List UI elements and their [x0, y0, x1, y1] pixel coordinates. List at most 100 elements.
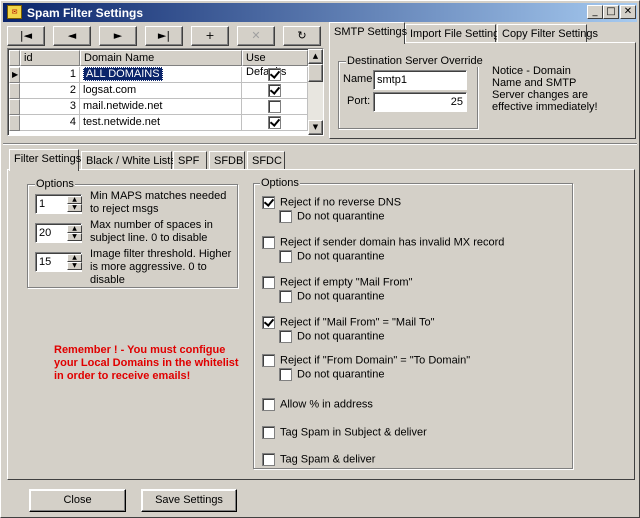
cell-id[interactable]: 1	[20, 67, 80, 83]
option-label: Reject if empty "Mail From"	[280, 276, 413, 289]
delete-record-icon[interactable]: ✕	[237, 26, 275, 46]
cell-use-defaults[interactable]	[242, 99, 308, 115]
spin-up-icon[interactable]: ▲	[67, 196, 82, 204]
row-indicator	[9, 99, 20, 115]
cell-domain[interactable]: mail.netwide.net	[80, 99, 242, 115]
column-header-id[interactable]: id	[20, 50, 80, 66]
save-settings-button[interactable]: Save Settings	[141, 489, 237, 512]
port-input[interactable]: 25	[373, 92, 467, 112]
use-defaults-checkbox[interactable]	[268, 99, 281, 113]
tab-sfdb[interactable]: SFDB	[209, 151, 245, 171]
use-defaults-checkbox[interactable]	[268, 83, 281, 97]
option-checkbox[interactable]	[262, 276, 275, 289]
option-row[interactable]: Tag Spam & deliver	[262, 453, 375, 469]
sub-option-label: Do not quarantine	[297, 290, 385, 303]
sub-option-row[interactable]: Do not quarantine	[279, 330, 384, 346]
option-label: Reject if "Mail From" = "Mail To"	[280, 316, 435, 329]
option-row[interactable]: Allow % in address	[262, 398, 373, 414]
tab-copy-filter-settings[interactable]: Copy Filter Settings	[497, 24, 598, 44]
right-options-label: Options	[260, 177, 300, 189]
tab-spf[interactable]: SPF	[173, 151, 207, 171]
spin-up-icon[interactable]: ▲	[67, 254, 82, 262]
tab-smtp-settings[interactable]: SMTP Settings	[329, 22, 407, 44]
tab-sfdc[interactable]: SFDC	[247, 151, 285, 171]
row-indicator	[9, 83, 20, 99]
cell-use-defaults[interactable]	[242, 83, 308, 99]
sub-option-row[interactable]: Do not quarantine	[279, 290, 384, 306]
sub-option-checkbox[interactable]	[279, 290, 292, 303]
tab-import-file-settings[interactable]: Import File Settings	[405, 24, 505, 44]
left-options-label: Options	[35, 178, 75, 190]
sub-option-label: Do not quarantine	[297, 330, 385, 343]
option-label: Reject if "From Domain" = "To Domain"	[280, 354, 471, 367]
option-checkbox[interactable]	[262, 316, 275, 329]
table-row[interactable]: 2 logsat.com	[9, 83, 308, 99]
option-checkbox[interactable]	[262, 354, 275, 367]
option-label: Tag Spam in Subject & deliver	[280, 426, 427, 439]
cell-domain[interactable]: logsat.com	[80, 83, 242, 99]
spinner-label: Image filter threshold. Higher is more a…	[90, 248, 232, 286]
table-row[interactable]: 4 test.netwide.net	[9, 115, 308, 131]
table-row[interactable]: 3 mail.netwide.net	[9, 99, 308, 115]
grid-scrollbar[interactable]: ▲ ▼	[308, 49, 323, 135]
sub-option-checkbox[interactable]	[279, 330, 292, 343]
scroll-up-icon[interactable]: ▲	[308, 49, 323, 64]
spinner-label: Max number of spaces in subject line. 0 …	[90, 219, 213, 244]
option-checkbox[interactable]	[262, 398, 275, 411]
column-header-domain[interactable]: Domain Name	[80, 50, 242, 66]
spin-down-icon[interactable]: ▼	[67, 262, 82, 270]
cell-domain[interactable]: ALL DOMAINS	[80, 67, 242, 83]
spin-down-icon[interactable]: ▼	[67, 233, 82, 241]
insert-record-icon[interactable]: +	[191, 26, 229, 46]
tab-black-white-lists[interactable]: Black / White Lists	[81, 151, 176, 171]
cell-domain[interactable]: test.netwide.net	[80, 115, 242, 131]
notice-text: Notice - Domain Name and SMTP Server cha…	[492, 65, 598, 113]
option-checkbox[interactable]	[262, 426, 275, 439]
cell-use-defaults[interactable]	[242, 115, 308, 131]
sub-option-checkbox[interactable]	[279, 210, 292, 223]
cell-domain-text: mail.netwide.net	[83, 100, 163, 112]
use-defaults-checkbox[interactable]	[268, 115, 281, 129]
spin-up-icon[interactable]: ▲	[67, 225, 82, 233]
sub-option-row[interactable]: Do not quarantine	[279, 250, 384, 266]
sub-option-checkbox[interactable]	[279, 250, 292, 263]
destination-server-group-label: Destination Server Override	[346, 55, 484, 67]
maximize-icon[interactable]: □	[603, 5, 619, 19]
prior-record-icon[interactable]: ◄	[53, 26, 91, 46]
sub-option-label: Do not quarantine	[297, 250, 385, 263]
option-checkbox[interactable]	[262, 453, 275, 466]
domain-grid[interactable]: id Domain Name Use Defaults ▶ 1 ALL DOMAIN…	[7, 48, 324, 136]
sub-option-checkbox[interactable]	[279, 368, 292, 381]
cell-id[interactable]: 2	[20, 83, 80, 99]
sub-option-row[interactable]: Do not quarantine	[279, 210, 384, 226]
scroll-thumb[interactable]	[308, 64, 323, 82]
scroll-down-icon[interactable]: ▼	[308, 120, 323, 135]
minimize-icon[interactable]: _	[587, 5, 603, 19]
title-bar[interactable]: ✉ Spam Filter Settings _ □ ✕	[3, 3, 637, 22]
cell-id[interactable]: 4	[20, 115, 80, 131]
last-record-icon[interactable]: ►|	[145, 26, 183, 46]
spinner-label: Min MAPS matches needed to reject msgs	[90, 190, 227, 215]
first-record-icon[interactable]: |◄	[7, 26, 45, 46]
cell-id[interactable]: 3	[20, 99, 80, 115]
reminder-text: Remember ! - You must configue your Loca…	[54, 344, 239, 382]
sub-option-row[interactable]: Do not quarantine	[279, 368, 384, 384]
option-checkbox[interactable]	[262, 196, 275, 209]
server-name-input[interactable]: smtp1	[373, 70, 467, 90]
spin-down-icon[interactable]: ▼	[67, 204, 82, 212]
option-row[interactable]: Tag Spam in Subject & deliver	[262, 426, 427, 442]
insert-record-icon-glyph: +	[205, 29, 215, 42]
option-list: Reject if no reverse DNS Do not quarantin…	[262, 196, 562, 466]
use-defaults-checkbox[interactable]	[268, 67, 281, 81]
column-header-use-defaults[interactable]: Use Defaults	[242, 50, 308, 78]
option-checkbox[interactable]	[262, 236, 275, 249]
cell-use-defaults[interactable]	[242, 67, 308, 83]
option-label: Tag Spam & deliver	[280, 453, 376, 466]
close-button[interactable]: Close	[29, 489, 126, 512]
next-record-icon[interactable]: ►	[99, 26, 137, 46]
tab-filter-settings[interactable]: Filter Settings	[9, 149, 81, 171]
refresh-icon[interactable]: ↻	[283, 26, 321, 46]
close-icon[interactable]: ✕	[620, 5, 636, 19]
cell-domain-text: ALL DOMAINS	[83, 67, 163, 81]
table-row[interactable]: ▶ 1 ALL DOMAINS	[9, 67, 308, 83]
